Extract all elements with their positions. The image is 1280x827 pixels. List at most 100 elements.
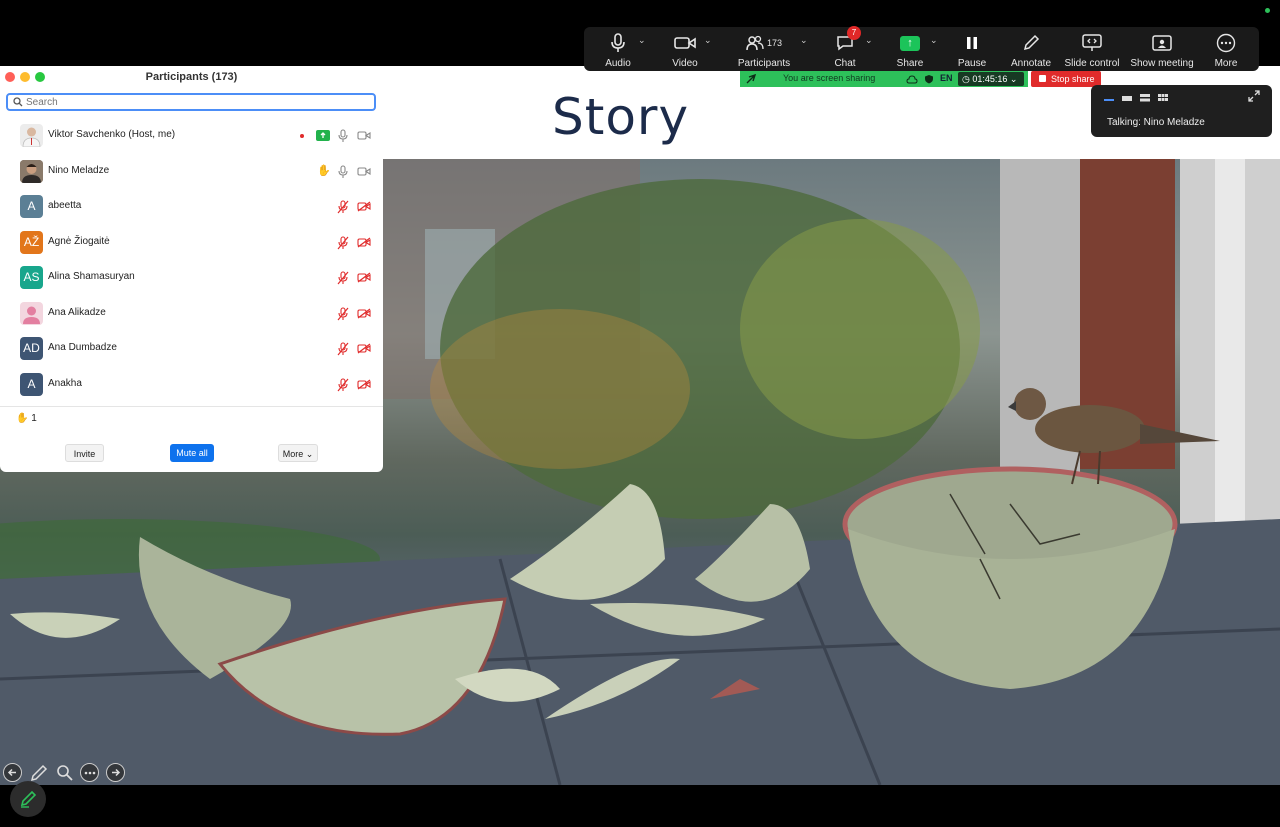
arrow-left-icon (7, 768, 16, 777)
microphone-muted-icon[interactable] (337, 236, 349, 250)
more-label: More (1214, 58, 1238, 69)
more-dots-icon (1216, 33, 1236, 53)
audio-options-chevron-icon[interactable]: ⌄ (638, 35, 646, 46)
language-indicator[interactable]: EN (940, 73, 953, 83)
recording-icon (300, 134, 304, 138)
participant-row[interactable]: AD Ana Dumbadze (0, 331, 383, 366)
more-button[interactable]: More (1211, 27, 1241, 71)
avatar: AŽ (20, 231, 43, 254)
participant-name: Agnė Žiogaitė (48, 236, 110, 247)
participant-row[interactable]: AŽ Agnė Žiogaitė (0, 225, 383, 260)
expand-icon[interactable] (1248, 90, 1260, 102)
raised-hands-count: 1 (31, 413, 37, 424)
raised-hand-icon: ✋ (16, 413, 32, 424)
video-off-icon[interactable] (357, 308, 371, 319)
video-camera-icon[interactable] (357, 130, 371, 141)
participants-button[interactable]: 173 Participants (736, 27, 792, 71)
microphone-muted-icon[interactable] (337, 307, 349, 321)
participant-row[interactable]: A Anakha (0, 367, 383, 402)
next-slide-button[interactable] (106, 763, 125, 782)
talking-indicator-widget: Talking: Nino Meladze (1091, 85, 1272, 137)
participants-options-chevron-icon[interactable]: ⌄ (800, 35, 808, 46)
avatar (20, 160, 43, 183)
participant-row[interactable]: A abeetta (0, 189, 383, 224)
video-camera-icon[interactable] (357, 166, 371, 177)
meeting-timer[interactable]: ◷ 01:45:16 ⌄ (958, 72, 1024, 86)
pencil-icon (20, 790, 37, 808)
default-person-icon (23, 306, 40, 324)
zoom-tool-button[interactable] (55, 763, 74, 782)
video-off-icon[interactable] (357, 237, 371, 248)
video-options-chevron-icon[interactable]: ⌄ (704, 35, 712, 46)
participant-row[interactable]: Nino Meladze ✋ (0, 154, 383, 189)
video-camera-icon (674, 37, 696, 49)
pencil-icon (1023, 34, 1040, 51)
participants-count: 173 (766, 38, 783, 48)
annotation-toggle-button[interactable] (10, 781, 46, 817)
video-button[interactable]: Video (669, 27, 701, 71)
mute-all-button[interactable]: Mute all (170, 444, 214, 462)
participant-name: Ana Dumbadze (48, 342, 117, 353)
participant-name: Nino Meladze (48, 165, 110, 176)
avatar: A (20, 373, 43, 396)
search-input[interactable] (26, 96, 366, 108)
participant-row[interactable]: Viktor Savchenko (Host, me) (0, 118, 383, 153)
video-off-icon[interactable] (357, 343, 371, 354)
chat-button[interactable]: 7 Chat (829, 26, 861, 71)
panel-title: Participants (173) (145, 71, 238, 83)
video-off-icon[interactable] (357, 201, 371, 212)
invite-button[interactable]: Invite (65, 444, 104, 462)
previous-slide-button[interactable] (3, 763, 22, 782)
microphone-icon (611, 33, 625, 52)
pen-tool-button[interactable] (29, 763, 48, 782)
screen-sharing-text: You are screen sharing (783, 73, 876, 83)
pause-button[interactable]: Pause (956, 27, 988, 71)
more-dots-icon (84, 771, 95, 774)
microphone-muted-icon[interactable] (337, 342, 349, 356)
gallery-view-icon[interactable] (1157, 93, 1169, 103)
video-off-icon[interactable] (357, 272, 371, 283)
slide-control-button[interactable]: Slide control (1064, 27, 1120, 71)
avatar: AS (20, 266, 43, 289)
timer-chevron-icon: ⌄ (1007, 74, 1018, 84)
panel-more-label: More (282, 449, 304, 459)
microphone-muted-icon[interactable] (337, 200, 349, 214)
speaker-view-icon[interactable] (1121, 93, 1133, 103)
search-field[interactable] (6, 93, 376, 111)
share-arrow-icon: ↑ (900, 35, 920, 51)
chat-options-chevron-icon[interactable]: ⌄ (865, 35, 873, 46)
participant-name: Viktor Savchenko (Host, me) (48, 129, 176, 140)
panel-more-button[interactable]: More ⌄ (278, 444, 318, 462)
participants-icon (746, 35, 764, 51)
audio-label: Audio (605, 58, 631, 69)
share-button[interactable]: ↑ Share (894, 27, 926, 71)
share-options-chevron-icon[interactable]: ⌄ (930, 35, 938, 46)
minimize-view-icon[interactable] (1103, 93, 1115, 103)
panel-divider (0, 406, 383, 407)
stop-share-button[interactable]: Stop share (1031, 71, 1101, 87)
security-shield-icon (925, 75, 933, 84)
annotate-button[interactable]: Annotate (1011, 27, 1051, 71)
status-dot (1265, 8, 1270, 13)
participant-row[interactable]: AS Alina Shamasuryan (0, 260, 383, 295)
avatar: AD (20, 337, 43, 360)
microphone-muted-icon[interactable] (337, 378, 349, 392)
audio-button[interactable]: Audio (602, 27, 634, 71)
show-meeting-button[interactable]: Show meeting (1130, 27, 1194, 71)
microphone-icon[interactable] (338, 165, 348, 179)
raised-hands-summary[interactable]: ✋ 1 (16, 413, 37, 424)
sharing-drag-handle-icon[interactable] (746, 74, 756, 84)
participant-row[interactable]: Ana Alikadze (0, 296, 383, 331)
stop-share-label: Stop share (1051, 74, 1095, 84)
more-tools-button[interactable] (80, 763, 99, 782)
video-off-icon[interactable] (357, 379, 371, 390)
pen-icon (30, 764, 47, 781)
microphone-icon[interactable] (338, 129, 348, 143)
avatar: A (20, 195, 43, 218)
show-meeting-icon (1152, 35, 1172, 51)
chat-unread-badge: 7 (847, 26, 861, 40)
talking-text: Talking: Nino Meladze (1107, 117, 1205, 128)
strip-view-icon[interactable] (1139, 93, 1151, 103)
microphone-muted-icon[interactable] (337, 271, 349, 285)
meeting-toolbar: Audio ⌄ Video ⌄ 173 Participants ⌄ 7 Cha… (584, 26, 1259, 71)
